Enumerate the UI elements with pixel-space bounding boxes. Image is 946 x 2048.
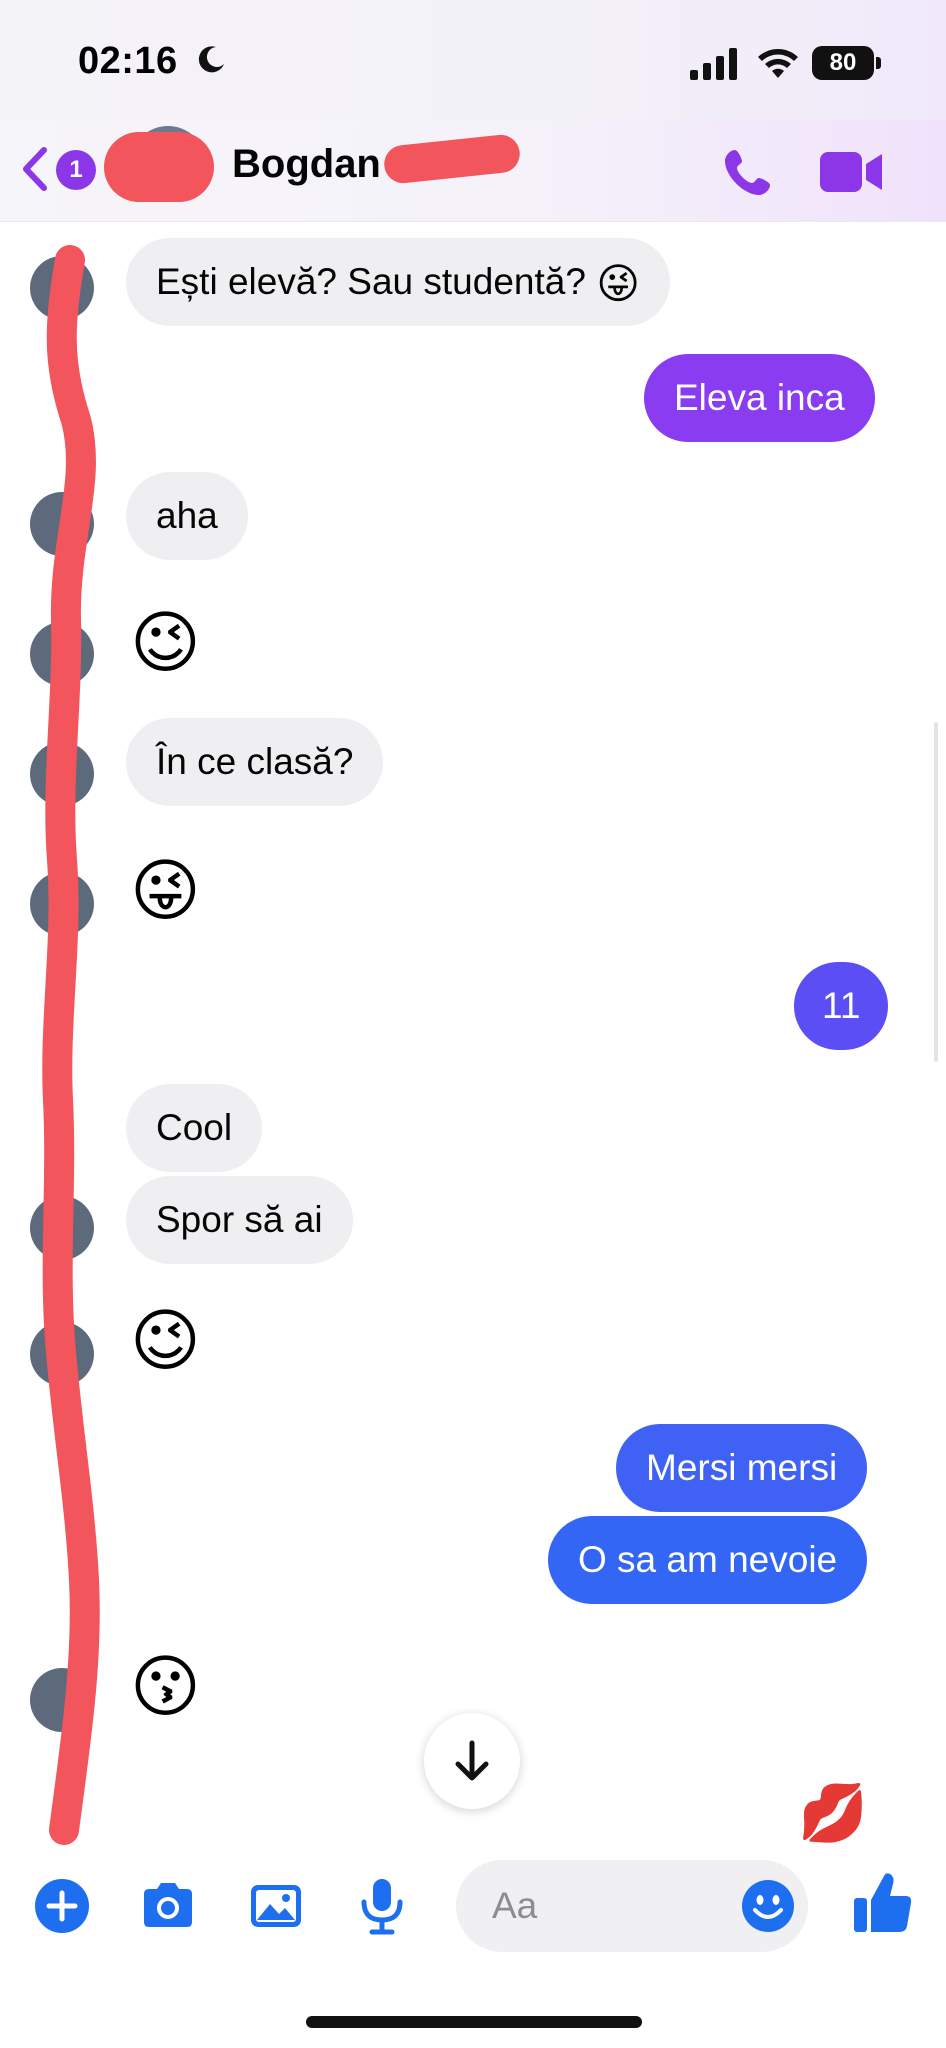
winking-tongue-emoji: 😜 bbox=[596, 260, 640, 307]
home-indicator[interactable] bbox=[306, 2016, 642, 2028]
kissing-emoji[interactable]: 😗 bbox=[130, 1642, 201, 1732]
reaction-kiss: 💋 bbox=[798, 1781, 868, 1844]
sender-avatar[interactable] bbox=[30, 622, 94, 686]
message-outgoing[interactable]: O sa am nevoie bbox=[548, 1516, 868, 1604]
redaction-mark bbox=[104, 132, 214, 202]
wifi-icon bbox=[758, 49, 798, 78]
message-input-placeholder: Aa bbox=[492, 1885, 538, 1926]
status-time: 02:16 bbox=[78, 40, 178, 82]
plus-icon[interactable] bbox=[32, 1876, 92, 1936]
microphone-icon[interactable] bbox=[352, 1876, 412, 1936]
sender-avatar[interactable] bbox=[30, 492, 94, 556]
gallery-icon[interactable] bbox=[246, 1876, 306, 1936]
scrollbar[interactable] bbox=[934, 722, 938, 1062]
message-outgoing[interactable]: 11 bbox=[794, 962, 889, 1050]
video-icon[interactable] bbox=[818, 146, 884, 198]
message-input[interactable]: Aa bbox=[456, 1860, 808, 1952]
message-incoming[interactable]: Ești elevă? Sau studentă? 😜 bbox=[126, 238, 670, 326]
wink-emoji[interactable]: 😉 bbox=[130, 598, 201, 688]
winking-tongue-emoji[interactable]: 😜 bbox=[130, 846, 201, 936]
message-outgoing[interactable]: Eleva inca bbox=[644, 354, 875, 442]
back-chevron-icon[interactable] bbox=[18, 146, 50, 192]
message-outgoing[interactable]: Mersi mersi bbox=[616, 1424, 868, 1512]
scroll-to-bottom-button[interactable] bbox=[424, 1713, 520, 1809]
sender-avatar[interactable] bbox=[30, 742, 94, 806]
smile-icon[interactable] bbox=[740, 1878, 796, 1934]
battery-indicator: 80 bbox=[812, 46, 882, 80]
phone-icon[interactable] bbox=[722, 146, 774, 198]
message-incoming[interactable]: Cool bbox=[126, 1084, 263, 1172]
battery-level: 80 bbox=[812, 46, 874, 80]
status-bar: 02:16 80 bbox=[0, 0, 946, 120]
camera-icon[interactable] bbox=[138, 1876, 198, 1936]
thumbs-up-icon[interactable] bbox=[852, 1870, 914, 1936]
contact-name[interactable]: Bogdan bbox=[232, 142, 381, 187]
arrow-down-icon bbox=[455, 1740, 489, 1781]
moon-icon bbox=[198, 46, 224, 73]
message-incoming[interactable]: aha bbox=[126, 472, 248, 560]
sender-avatar[interactable] bbox=[30, 256, 94, 320]
message-incoming[interactable]: În ce clasă? bbox=[126, 718, 384, 806]
sender-avatar[interactable] bbox=[30, 1196, 94, 1260]
signal-icon bbox=[690, 48, 737, 80]
message-incoming[interactable]: Spor să ai bbox=[126, 1176, 353, 1264]
wink-emoji[interactable]: 😉 bbox=[130, 1296, 201, 1386]
sender-avatar[interactable] bbox=[30, 1668, 94, 1732]
sender-avatar[interactable] bbox=[30, 1322, 94, 1386]
sender-avatar[interactable] bbox=[30, 872, 94, 936]
unread-badge[interactable]: 1 bbox=[56, 150, 96, 190]
message-list[interactable]: Ești elevă? Sau studentă? 😜 Eleva inca a… bbox=[0, 222, 946, 1842]
